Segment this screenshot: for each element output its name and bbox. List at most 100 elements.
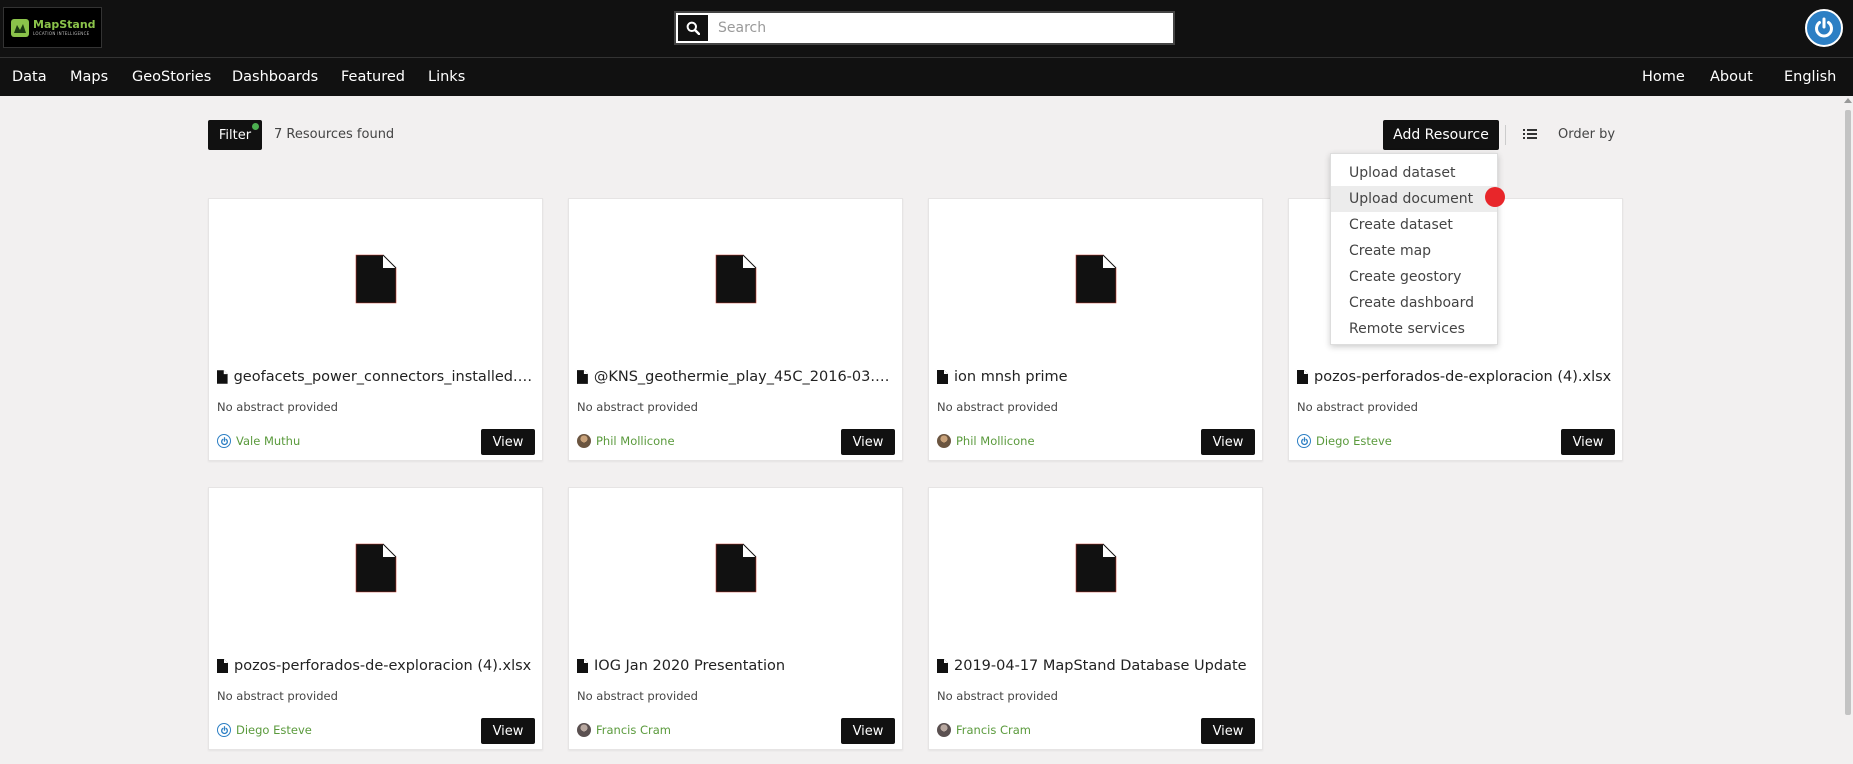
filter-button[interactable]: Filter [208, 120, 262, 150]
resource-card[interactable]: pozos-perforados-de-exploracion (4).xlsx… [208, 487, 543, 750]
document-icon [715, 543, 757, 593]
view-button[interactable]: View [1201, 718, 1255, 744]
search-bar [674, 11, 1175, 45]
file-icon [937, 659, 948, 673]
power-icon [1815, 17, 1833, 38]
author-avatar [937, 434, 951, 448]
nav-language[interactable]: English [1784, 69, 1836, 85]
search-button[interactable] [676, 13, 710, 43]
cursor-marker [1485, 187, 1505, 207]
nav-maps[interactable]: Maps [70, 69, 108, 85]
filter-label: Filter [218, 127, 252, 143]
search-input[interactable] [710, 14, 1173, 42]
nav-about[interactable]: About [1710, 69, 1753, 85]
logo-tagline: LOCATION INTELLIGENCE [33, 31, 90, 36]
author-name: Diego Esteve [236, 723, 312, 737]
card-author[interactable]: Francis Cram [577, 723, 671, 737]
author-avatar [577, 723, 591, 737]
resource-card[interactable]: geofacets_power_connectors_installed.xls… [208, 198, 543, 461]
card-author[interactable]: Vale Muthu [217, 434, 300, 448]
card-title-text: 2019-04-17 MapStand Database Update [954, 658, 1247, 674]
mapstand-logo[interactable]: MapStand LOCATION INTELLIGENCE [3, 7, 102, 48]
resource-card[interactable]: ion mnsh prime No abstract provided Phil… [928, 198, 1263, 461]
author-name: Diego Esteve [1316, 434, 1392, 448]
nav-links[interactable]: Links [428, 69, 465, 85]
card-abstract: No abstract provided [217, 400, 338, 414]
add-resource-button[interactable]: Add Resource [1383, 120, 1499, 150]
nav-dashboards[interactable]: Dashboards [232, 69, 318, 85]
document-icon [715, 254, 757, 304]
view-button[interactable]: View [481, 429, 535, 455]
card-title-text: IOG Jan 2020 Presentation [594, 658, 786, 674]
card-title[interactable]: pozos-perforados-de-exploracion (4).xlsx [217, 658, 535, 674]
order-by-dropdown[interactable]: Order by [1558, 127, 1615, 142]
nav-data[interactable]: Data [12, 69, 47, 85]
card-abstract: No abstract provided [577, 689, 698, 703]
view-button[interactable]: View [841, 429, 895, 455]
resource-count: 7 Resources found [274, 127, 395, 142]
menu-item-remote-services[interactable]: Remote services [1331, 316, 1497, 342]
author-avatar [937, 723, 951, 737]
main-nav: Data Maps GeoStories Dashboards Featured… [0, 57, 1853, 96]
card-abstract: No abstract provided [937, 400, 1058, 414]
document-icon [1075, 254, 1117, 304]
resource-card[interactable]: @KNS_geothermie_play_45C_2016-03.pdf No … [568, 198, 903, 461]
document-icon [355, 543, 397, 593]
menu-item-upload-document[interactable]: Upload document [1331, 186, 1497, 212]
document-icon [355, 254, 397, 304]
card-thumbnail[interactable] [929, 488, 1262, 646]
file-icon [1297, 370, 1308, 384]
card-title[interactable]: 2019-04-17 MapStand Database Update [937, 658, 1255, 674]
logo-name: MapStand [33, 18, 96, 31]
card-thumbnail[interactable] [209, 199, 542, 357]
author-power-icon [217, 434, 231, 448]
menu-item-create-dashboard[interactable]: Create dashboard [1331, 290, 1497, 316]
card-thumbnail[interactable] [569, 199, 902, 357]
scroll-up-arrow[interactable] [1844, 98, 1852, 103]
card-thumbnail[interactable] [209, 488, 542, 646]
view-button[interactable]: View [841, 718, 895, 744]
menu-item-create-map[interactable]: Create map [1331, 238, 1497, 264]
card-author[interactable]: Diego Esteve [1297, 434, 1392, 448]
view-button[interactable]: View [1561, 429, 1615, 455]
author-power-icon [217, 723, 231, 737]
mapstand-logo-icon [11, 18, 29, 37]
card-title[interactable]: geofacets_power_connectors_installed.xls… [217, 369, 535, 385]
file-icon [937, 370, 948, 384]
card-author[interactable]: Phil Mollicone [937, 434, 1035, 448]
resource-card[interactable]: 2019-04-17 MapStand Database Update No a… [928, 487, 1263, 750]
author-name: Vale Muthu [236, 434, 301, 448]
top-bar: MapStand LOCATION INTELLIGENCE [0, 0, 1853, 57]
card-thumbnail[interactable] [929, 199, 1262, 357]
card-title-text: geofacets_power_connectors_installed.xls… [233, 369, 535, 385]
author-power-icon [1297, 434, 1311, 448]
toolbar-divider [1505, 125, 1506, 145]
card-author[interactable]: Phil Mollicone [577, 434, 675, 448]
scroll-thumb[interactable] [1845, 110, 1851, 715]
card-title[interactable]: @KNS_geothermie_play_45C_2016-03.pdf [577, 369, 895, 385]
card-author[interactable]: Francis Cram [937, 723, 1031, 737]
card-author[interactable]: Diego Esteve [217, 723, 312, 737]
view-button[interactable]: View [481, 718, 535, 744]
card-title-text: ion mnsh prime [954, 369, 1068, 385]
view-button[interactable]: View [1201, 429, 1255, 455]
card-title[interactable]: ion mnsh prime [937, 369, 1255, 385]
resource-card[interactable]: IOG Jan 2020 Presentation No abstract pr… [568, 487, 903, 750]
list-view-icon[interactable] [1523, 127, 1537, 141]
user-avatar[interactable] [1805, 9, 1843, 47]
card-title[interactable]: pozos-perforados-de-exploracion (4).xlsx [1297, 369, 1615, 385]
nav-home[interactable]: Home [1642, 69, 1685, 85]
page-scrollbar[interactable] [1843, 96, 1853, 764]
nav-featured[interactable]: Featured [341, 69, 405, 85]
card-title-text: @KNS_geothermie_play_45C_2016-03.pdf [593, 369, 895, 385]
search-icon [686, 21, 700, 35]
menu-item-upload-dataset[interactable]: Upload dataset [1331, 160, 1497, 186]
filter-active-dot [252, 123, 259, 130]
card-abstract: No abstract provided [937, 689, 1058, 703]
menu-item-create-geostory[interactable]: Create geostory [1331, 264, 1497, 290]
menu-item-create-dataset[interactable]: Create dataset [1331, 212, 1497, 238]
card-thumbnail[interactable] [569, 488, 902, 646]
author-name: Francis Cram [956, 723, 1032, 737]
card-title[interactable]: IOG Jan 2020 Presentation [577, 658, 895, 674]
nav-geostories[interactable]: GeoStories [132, 69, 211, 85]
